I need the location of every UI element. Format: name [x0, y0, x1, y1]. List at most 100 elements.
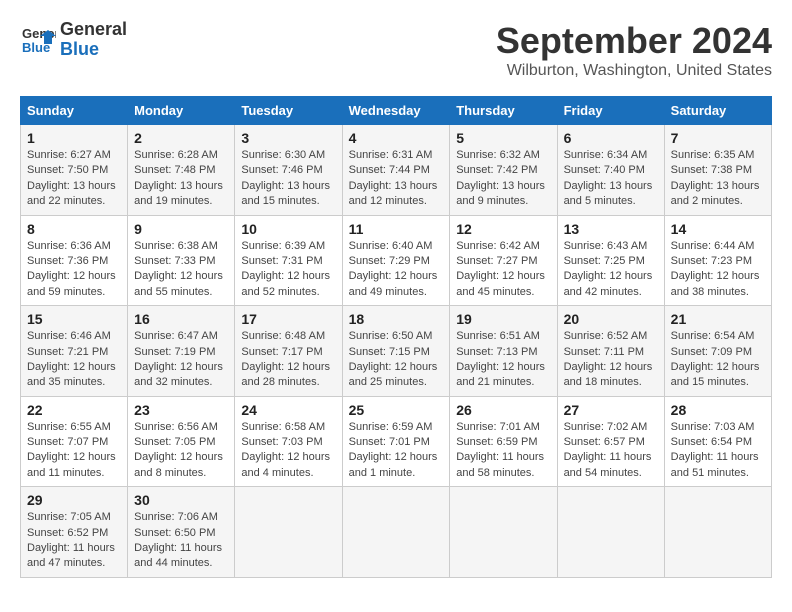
calendar-cell: 14 Sunrise: 6:44 AMSunset: 7:23 PMDayligh…	[664, 215, 771, 306]
day-info: Sunrise: 6:28 AMSunset: 7:48 PMDaylight:…	[134, 148, 228, 210]
calendar-cell: 17 Sunrise: 6:48 AMSunset: 7:17 PMDayligh…	[235, 306, 342, 397]
day-number: 20	[564, 311, 658, 327]
calendar-cell: 20 Sunrise: 6:52 AMSunset: 7:11 PMDayligh…	[557, 306, 664, 397]
calendar-cell: 10Sunrise: 6:39 AMSunset: 7:31 PMDayligh…	[235, 215, 342, 306]
calendar-cell: 16 Sunrise: 6:47 AMSunset: 7:19 PMDayligh…	[128, 306, 235, 397]
day-number: 9	[134, 221, 228, 237]
day-number: 21	[671, 311, 765, 327]
calendar-cell: 28 Sunrise: 7:03 AMSunset: 6:54 PMDayligh…	[664, 396, 771, 487]
weekday-header-tuesday: Tuesday	[235, 97, 342, 125]
logo-icon: General Blue	[20, 22, 56, 58]
day-info: Sunrise: 7:03 AMSunset: 6:54 PMDaylight:…	[671, 420, 765, 482]
day-info: Sunrise: 6:47 AMSunset: 7:19 PMDaylight:…	[134, 329, 228, 391]
calendar-cell: 30 Sunrise: 7:06 AMSunset: 6:50 PMDayligh…	[128, 487, 235, 578]
calendar-cell: 1 Sunrise: 6:27 AMSunset: 7:50 PMDaylight…	[21, 125, 128, 216]
day-info: Sunrise: 6:56 AMSunset: 7:05 PMDaylight:…	[134, 420, 228, 482]
weekday-header-saturday: Saturday	[664, 97, 771, 125]
day-number: 12	[456, 221, 550, 237]
month-title: September 2024	[496, 20, 772, 62]
day-number: 11	[349, 221, 444, 237]
day-number: 25	[349, 402, 444, 418]
calendar-cell: 11Sunrise: 6:40 AMSunset: 7:29 PMDayligh…	[342, 215, 450, 306]
calendar-cell: 13Sunrise: 6:43 AMSunset: 7:25 PMDayligh…	[557, 215, 664, 306]
day-number: 15	[27, 311, 121, 327]
day-info: Sunrise: 6:58 AMSunset: 7:03 PMDaylight:…	[241, 420, 335, 482]
day-number: 8	[27, 221, 121, 237]
calendar-cell: 9 Sunrise: 6:38 AMSunset: 7:33 PMDaylight…	[128, 215, 235, 306]
day-info: Sunrise: 6:32 AMSunset: 7:42 PMDaylight:…	[456, 148, 550, 210]
calendar-cell: 6 Sunrise: 6:34 AMSunset: 7:40 PMDaylight…	[557, 125, 664, 216]
day-info: Sunrise: 7:02 AMSunset: 6:57 PMDaylight:…	[564, 420, 658, 482]
day-info: Sunrise: 6:34 AMSunset: 7:40 PMDaylight:…	[564, 148, 658, 210]
day-info: Sunrise: 6:35 AMSunset: 7:38 PMDaylight:…	[671, 148, 765, 210]
calendar-table: SundayMondayTuesdayWednesdayThursdayFrid…	[20, 96, 772, 578]
calendar-cell: 2Sunrise: 6:28 AMSunset: 7:48 PMDaylight…	[128, 125, 235, 216]
calendar-cell	[557, 487, 664, 578]
day-info: Sunrise: 6:30 AMSunset: 7:46 PMDaylight:…	[241, 148, 335, 210]
day-number: 14	[671, 221, 765, 237]
calendar-cell: 26 Sunrise: 7:01 AMSunset: 6:59 PMDayligh…	[450, 396, 557, 487]
page-header: General Blue General Blue September 2024…	[20, 20, 772, 80]
calendar-cell: 19Sunrise: 6:51 AMSunset: 7:13 PMDayligh…	[450, 306, 557, 397]
day-info: Sunrise: 6:43 AMSunset: 7:25 PMDaylight:…	[564, 239, 658, 301]
day-number: 29	[27, 492, 121, 508]
day-number: 4	[349, 130, 444, 146]
day-info: Sunrise: 6:44 AMSunset: 7:23 PMDaylight:…	[671, 239, 765, 301]
calendar-cell: 22Sunrise: 6:55 AMSunset: 7:07 PMDayligh…	[21, 396, 128, 487]
location: Wilburton, Washington, United States	[496, 62, 772, 80]
day-info: Sunrise: 7:06 AMSunset: 6:50 PMDaylight:…	[134, 510, 228, 572]
logo: General Blue General Blue	[20, 20, 127, 60]
day-info: Sunrise: 6:46 AMSunset: 7:21 PMDaylight:…	[27, 329, 121, 391]
day-info: Sunrise: 7:01 AMSunset: 6:59 PMDaylight:…	[456, 420, 550, 482]
calendar-cell: 18 Sunrise: 6:50 AMSunset: 7:15 PMDayligh…	[342, 306, 450, 397]
day-info: Sunrise: 7:05 AMSunset: 6:52 PMDaylight:…	[27, 510, 121, 572]
calendar-cell: 12Sunrise: 6:42 AMSunset: 7:27 PMDayligh…	[450, 215, 557, 306]
day-number: 1	[27, 130, 121, 146]
day-info: Sunrise: 6:52 AMSunset: 7:11 PMDaylight:…	[564, 329, 658, 391]
day-number: 27	[564, 402, 658, 418]
day-info: Sunrise: 6:54 AMSunset: 7:09 PMDaylight:…	[671, 329, 765, 391]
day-info: Sunrise: 6:31 AMSunset: 7:44 PMDaylight:…	[349, 148, 444, 210]
calendar-cell: 21 Sunrise: 6:54 AMSunset: 7:09 PMDayligh…	[664, 306, 771, 397]
calendar-cell: 25 Sunrise: 6:59 AMSunset: 7:01 PMDayligh…	[342, 396, 450, 487]
calendar-cell: 29 Sunrise: 7:05 AMSunset: 6:52 PMDayligh…	[21, 487, 128, 578]
day-info: Sunrise: 6:36 AMSunset: 7:36 PMDaylight:…	[27, 239, 121, 301]
calendar-cell: 3Sunrise: 6:30 AMSunset: 7:46 PMDaylight…	[235, 125, 342, 216]
day-number: 26	[456, 402, 550, 418]
day-info: Sunrise: 6:55 AMSunset: 7:07 PMDaylight:…	[27, 420, 121, 482]
calendar-cell: 5 Sunrise: 6:32 AMSunset: 7:42 PMDaylight…	[450, 125, 557, 216]
day-number: 6	[564, 130, 658, 146]
day-number: 30	[134, 492, 228, 508]
logo-text-line2: Blue	[60, 40, 127, 60]
calendar-cell: 4 Sunrise: 6:31 AMSunset: 7:44 PMDaylight…	[342, 125, 450, 216]
day-info: Sunrise: 6:27 AMSunset: 7:50 PMDaylight:…	[27, 148, 121, 210]
day-number: 10	[241, 221, 335, 237]
calendar-cell: 15 Sunrise: 6:46 AMSunset: 7:21 PMDayligh…	[21, 306, 128, 397]
day-number: 24	[241, 402, 335, 418]
calendar-cell: 23 Sunrise: 6:56 AMSunset: 7:05 PMDayligh…	[128, 396, 235, 487]
day-number: 28	[671, 402, 765, 418]
calendar-cell: 7 Sunrise: 6:35 AMSunset: 7:38 PMDaylight…	[664, 125, 771, 216]
day-number: 16	[134, 311, 228, 327]
calendar-cell	[450, 487, 557, 578]
weekday-header-friday: Friday	[557, 97, 664, 125]
day-number: 23	[134, 402, 228, 418]
weekday-header-sunday: Sunday	[21, 97, 128, 125]
day-number: 7	[671, 130, 765, 146]
calendar-cell: 24 Sunrise: 6:58 AMSunset: 7:03 PMDayligh…	[235, 396, 342, 487]
calendar-cell	[664, 487, 771, 578]
day-number: 17	[241, 311, 335, 327]
day-info: Sunrise: 6:38 AMSunset: 7:33 PMDaylight:…	[134, 239, 228, 301]
day-info: Sunrise: 6:50 AMSunset: 7:15 PMDaylight:…	[349, 329, 444, 391]
calendar-cell: 27 Sunrise: 7:02 AMSunset: 6:57 PMDayligh…	[557, 396, 664, 487]
weekday-header-thursday: Thursday	[450, 97, 557, 125]
day-info: Sunrise: 6:51 AMSunset: 7:13 PMDaylight:…	[456, 329, 550, 391]
logo-text-line1: General	[60, 20, 127, 40]
calendar-cell	[342, 487, 450, 578]
day-info: Sunrise: 6:59 AMSunset: 7:01 PMDaylight:…	[349, 420, 444, 482]
title-block: September 2024 Wilburton, Washington, Un…	[496, 20, 772, 80]
day-number: 5	[456, 130, 550, 146]
day-info: Sunrise: 6:48 AMSunset: 7:17 PMDaylight:…	[241, 329, 335, 391]
day-number: 18	[349, 311, 444, 327]
calendar-cell	[235, 487, 342, 578]
